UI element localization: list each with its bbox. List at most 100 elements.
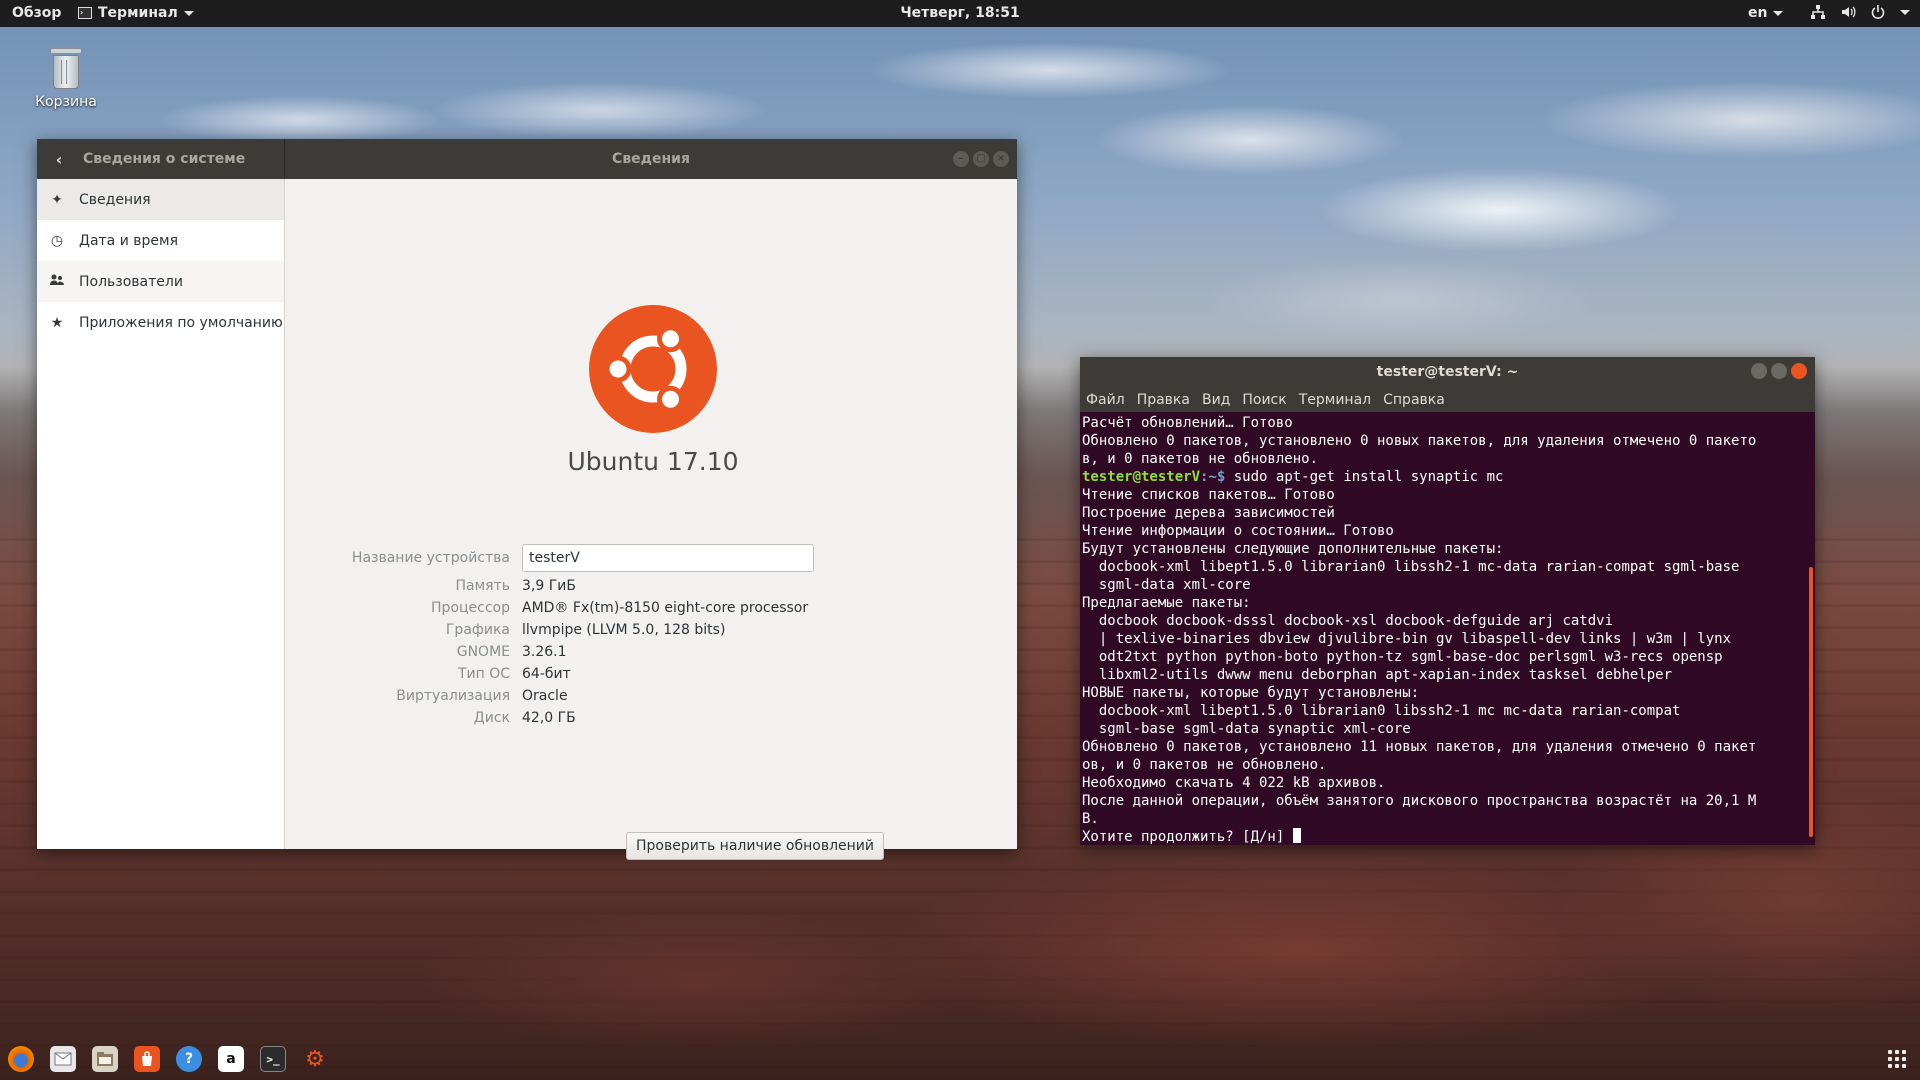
- terminal-icon[interactable]: >_: [260, 1046, 286, 1072]
- info-value: 3,9 ГиБ: [522, 578, 576, 594]
- sparkle-icon: ✦: [51, 191, 63, 208]
- terminal-output[interactable]: Расчёт обновлений… Готово Обновлено 0 па…: [1080, 412, 1815, 848]
- terminal-line: Расчёт обновлений… Готово: [1082, 415, 1293, 431]
- terminal-command: sudo apt-get install synaptic mc: [1225, 469, 1504, 485]
- settings-titlebar[interactable]: ‹ Сведения о системе Сведения – □ ×: [37, 139, 1017, 179]
- terminal-menubar: Файл Правка Вид Поиск Терминал Справка: [1080, 387, 1815, 412]
- info-row-graphics: Графика llvmpipe (LLVM 5.0, 128 bits): [336, 619, 814, 641]
- maximize-icon[interactable]: [1771, 363, 1787, 379]
- info-value: AMD® Fx(tm)-8150 eight-core processor: [522, 600, 809, 616]
- desktop-trash[interactable]: Корзина: [34, 46, 98, 110]
- sidebar-item-label: Сведения: [79, 191, 151, 208]
- device-name-row: Название устройства: [336, 541, 814, 575]
- sidebar-item-label: Приложения по умолчанию: [79, 314, 283, 331]
- volume-icon: [1842, 6, 1856, 18]
- clock-icon: ◷: [50, 232, 64, 249]
- device-name-label: Название устройства: [351, 550, 510, 566]
- info-row-memory: Память 3,9 ГиБ: [336, 575, 814, 597]
- details-panel: Ubuntu 17.10 Название устройства Память …: [286, 179, 1017, 860]
- settings-header-left: ‹ Сведения о системе: [37, 139, 285, 179]
- device-name-field[interactable]: [522, 544, 814, 572]
- menu-search[interactable]: Поиск: [1242, 392, 1286, 408]
- terminal-line: Будут установлены следующие дополнительн…: [1082, 541, 1504, 557]
- terminal-line: Хотите продолжить? [Д/н]: [1082, 829, 1285, 845]
- minimize-icon[interactable]: [1751, 363, 1767, 379]
- chevron-down-icon: [1773, 10, 1784, 16]
- info-key: Графика: [445, 622, 510, 638]
- terminal-line: ов, и 0 пакетов не обновлено.: [1082, 757, 1327, 773]
- trash-label: Корзина: [35, 94, 97, 110]
- network-icon: [1811, 5, 1825, 19]
- info-key: Тип ОС: [457, 666, 510, 682]
- terminal-line: docbook docbook-dsssl docbook-xsl docboo…: [1082, 613, 1614, 629]
- terminal-line: sgml-data xml-core: [1082, 577, 1251, 593]
- menu-terminal[interactable]: Терминал: [1299, 392, 1371, 408]
- settings-sidebar: ✦ Сведения ◷ Дата и время Пользователи ★…: [37, 179, 285, 849]
- terminal-line: docbook-xml libept1.5.0 librarian0 libss…: [1082, 559, 1740, 575]
- back-icon[interactable]: ‹: [47, 147, 71, 171]
- terminal-line: После данной операции, объём занятого ди…: [1082, 793, 1757, 809]
- os-name: Ubuntu 17.10: [567, 447, 739, 476]
- help-icon[interactable]: ?: [176, 1046, 202, 1072]
- sidebar-item-details[interactable]: ✦ Сведения: [37, 179, 284, 220]
- terminal-line: B.: [1082, 811, 1099, 827]
- terminal-line: Обновлено 0 пакетов, установлено 0 новых…: [1082, 433, 1757, 449]
- system-tray[interactable]: [1810, 4, 1910, 20]
- dock: ? a >_ ⚙: [0, 1040, 1920, 1080]
- settings-page-title: Сведения: [612, 151, 690, 167]
- settings-section-title: Сведения о системе: [83, 151, 246, 167]
- prompt-path: :~$: [1200, 469, 1226, 485]
- close-icon[interactable]: ×: [993, 151, 1009, 167]
- close-icon[interactable]: [1791, 363, 1807, 379]
- terminal-window: tester@testerV: ~ Файл Правка Вид Поиск …: [1080, 357, 1815, 845]
- firefox-icon[interactable]: [8, 1046, 34, 1072]
- terminal-line: sgml-base sgml-data synaptic xml-core: [1082, 721, 1411, 737]
- sidebar-item-label: Пользователи: [79, 273, 183, 290]
- check-updates-button[interactable]: Проверить наличие обновлений: [626, 832, 884, 860]
- ubuntu-logo-icon: [589, 305, 717, 433]
- amazon-icon[interactable]: a: [218, 1046, 244, 1072]
- terminal-line: libxml2-utils dwww menu deborphan apt-xa…: [1082, 667, 1673, 683]
- thunderbird-icon[interactable]: [50, 1046, 76, 1072]
- activities-button[interactable]: Обзор: [12, 5, 61, 21]
- terminal-scrollbar[interactable]: [1809, 567, 1813, 837]
- minimize-icon[interactable]: –: [953, 151, 969, 167]
- app-menu[interactable]: › Терминал: [78, 5, 194, 21]
- window-controls: – □ ×: [953, 151, 1009, 167]
- terminal-line: odt2txt python python-boto python-tz sgm…: [1082, 649, 1723, 665]
- menu-file[interactable]: Файл: [1086, 392, 1125, 408]
- sidebar-item-datetime[interactable]: ◷ Дата и время: [37, 220, 284, 261]
- show-applications-icon[interactable]: [1888, 1050, 1906, 1068]
- sidebar-item-default-apps[interactable]: ★ Приложения по умолчанию: [37, 302, 284, 343]
- keyboard-layout[interactable]: en: [1748, 5, 1784, 21]
- info-row-gnome: GNOME 3.26.1: [336, 641, 814, 663]
- chevron-down-icon: [1900, 9, 1910, 15]
- text-cursor: [1284, 829, 1292, 845]
- terminal-line: | texlive-binaries dbview djvulibre-bin …: [1082, 631, 1732, 647]
- menu-view[interactable]: Вид: [1202, 392, 1230, 408]
- info-value: 42,0 ГБ: [522, 710, 576, 726]
- clock[interactable]: Четверг, 18:51: [900, 5, 1019, 21]
- terminal-line: Предлагаемые пакеты:: [1082, 595, 1251, 611]
- software-icon[interactable]: [134, 1046, 160, 1072]
- sidebar-item-users[interactable]: Пользователи: [37, 261, 284, 302]
- terminal-titlebar[interactable]: tester@testerV: ~: [1080, 357, 1815, 387]
- info-value: 64-бит: [522, 666, 571, 682]
- terminal-app-icon: ›: [78, 7, 92, 19]
- info-row-processor: Процессор AMD® Fx(tm)-8150 eight-core pr…: [336, 597, 814, 619]
- sidebar-item-label: Дата и время: [79, 232, 178, 249]
- maximize-icon[interactable]: □: [973, 151, 989, 167]
- info-row-virtualization: Виртуализация Oracle: [336, 685, 814, 707]
- files-icon[interactable]: [92, 1046, 118, 1072]
- cursor-block: [1292, 828, 1301, 843]
- terminal-title: tester@testerV: ~: [1376, 364, 1519, 380]
- menu-edit[interactable]: Правка: [1137, 392, 1190, 408]
- terminal-line: Построение дерева зависимостей: [1082, 505, 1335, 521]
- trash-icon: [48, 46, 84, 90]
- info-row-disk: Диск 42,0 ГБ: [336, 707, 814, 729]
- settings-icon[interactable]: ⚙: [302, 1046, 328, 1072]
- info-value: Oracle: [522, 688, 568, 704]
- terminal-line: в, и 0 пакетов не обновлено.: [1082, 451, 1319, 467]
- star-icon: ★: [50, 314, 64, 331]
- menu-help[interactable]: Справка: [1383, 392, 1445, 408]
